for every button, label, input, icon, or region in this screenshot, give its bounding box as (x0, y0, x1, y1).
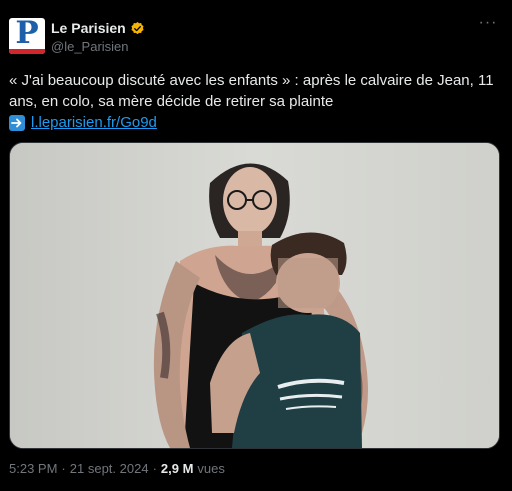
tweet-meta: 5:23 PM · 21 sept. 2024 · 2,9 M vues (9, 461, 225, 476)
tweet-header: P Le Parisien @le_Parisien ··· (9, 15, 503, 56)
account-handle[interactable]: @le_Parisien (51, 39, 145, 54)
avatar-logo-letter: P (15, 18, 39, 51)
account-names: Le Parisien @le_Parisien (51, 19, 145, 54)
meta-separator: · (61, 461, 66, 476)
views-count[interactable]: 2,9 M (161, 461, 194, 476)
tweet-text: « J'ai beaucoup discuté avec les enfants… (9, 72, 494, 110)
tweet-link-row: l.leparisien.fr/Go9d (9, 113, 503, 134)
tweet-photo[interactable] (9, 142, 500, 449)
avatar-red-bar (9, 49, 45, 54)
verified-badge-icon[interactable] (130, 21, 145, 36)
meta-separator-2: · (152, 461, 157, 476)
tweet-date[interactable]: 21 sept. 2024 (70, 461, 149, 476)
right-arrow-emoji-icon (9, 115, 25, 132)
photo-illustration (10, 143, 499, 448)
tweet-time[interactable]: 5:23 PM (9, 461, 57, 476)
tweet-card: P Le Parisien @le_Parisien ··· « J'ai be… (0, 0, 512, 491)
more-options-icon[interactable]: ··· (477, 15, 499, 36)
tweet-body: « J'ai beaucoup discuté avec les enfants… (9, 71, 503, 134)
display-name[interactable]: Le Parisien (51, 20, 126, 36)
avatar[interactable]: P (9, 18, 45, 54)
display-name-row: Le Parisien (51, 19, 145, 37)
article-link[interactable]: l.leparisien.fr/Go9d (31, 113, 157, 134)
views-label: vues (197, 461, 225, 476)
